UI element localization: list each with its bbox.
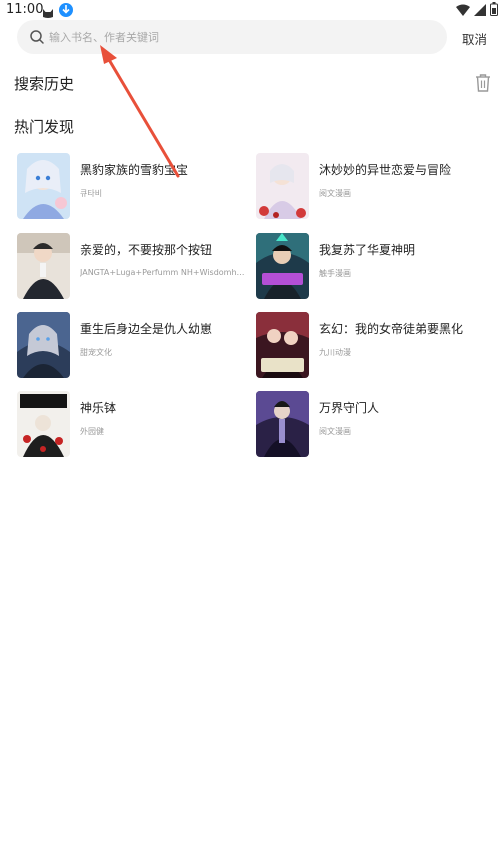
book-title: 重生后身边全是仇人幼崽 <box>80 322 213 336</box>
battery-icon <box>490 1 498 20</box>
search-input[interactable] <box>49 20 429 54</box>
book-author: 外园健 <box>80 427 104 436</box>
book-cover <box>256 312 309 378</box>
cancel-button[interactable]: 取消 <box>462 29 487 48</box>
list-item[interactable]: 重生后身边全是仇人幼崽 甜宠文化 <box>17 312 247 378</box>
list-item[interactable]: 神乐钵 外园健 <box>17 391 247 457</box>
book-title: 黑豹家族的雪豹宝宝 <box>80 163 189 177</box>
list-item[interactable]: 沐妙妙的异世恋爱与冒险 阅文漫画 <box>256 153 486 219</box>
status-time: 11:00 <box>6 2 44 17</box>
book-author: 阅文漫画 <box>319 427 351 436</box>
book-cover <box>17 153 70 219</box>
book-author: JANGTA+Luga+Perfumm NH+Wisdomhou... <box>80 268 247 277</box>
book-author: 触手漫画 <box>319 269 351 278</box>
trash-icon[interactable] <box>474 73 492 93</box>
cat-icon <box>42 4 54 18</box>
list-item[interactable]: 我复苏了华夏神明 触手漫画 <box>256 233 486 299</box>
book-author: 甜宠文化 <box>80 348 112 357</box>
book-title: 亲爱的，不要按那个按钮 <box>80 243 213 257</box>
wifi-icon <box>456 1 470 20</box>
book-cover <box>17 233 70 299</box>
book-cover <box>17 391 70 457</box>
book-cover <box>256 391 309 457</box>
book-cover <box>17 312 70 378</box>
list-item[interactable]: 黑豹家族的雪豹宝宝 큐타비 <box>17 153 247 219</box>
hot-discover-title: 热门发现 <box>14 118 75 136</box>
book-title: 万界守门人 <box>319 401 380 415</box>
book-title: 沐妙妙的异世恋爱与冒险 <box>319 163 452 177</box>
book-title: 我复苏了华夏神明 <box>319 243 416 257</box>
list-item[interactable]: 万界守门人 阅文漫画 <box>256 391 486 457</box>
book-title: 神乐钵 <box>80 401 117 415</box>
list-item[interactable]: 亲爱的，不要按那个按钮 JANGTA+Luga+Perfumm NH+Wisdo… <box>17 233 247 299</box>
search-bar[interactable] <box>17 20 447 54</box>
book-author: 큐타비 <box>80 189 103 198</box>
book-author: 阅文漫画 <box>319 189 351 198</box>
book-cover <box>256 233 309 299</box>
list-item[interactable]: 玄幻：我的女帝徒弟要黑化 九川动漫 <box>256 312 486 378</box>
status-bar: 11:00 <box>0 0 504 22</box>
search-history-title: 搜索历史 <box>14 75 75 93</box>
search-icon <box>29 29 45 45</box>
download-icon <box>59 3 73 17</box>
signal-icon <box>474 1 486 20</box>
book-author: 九川动漫 <box>319 348 351 357</box>
book-cover <box>256 153 309 219</box>
book-title: 玄幻：我的女帝徒弟要黑化 <box>319 322 464 336</box>
